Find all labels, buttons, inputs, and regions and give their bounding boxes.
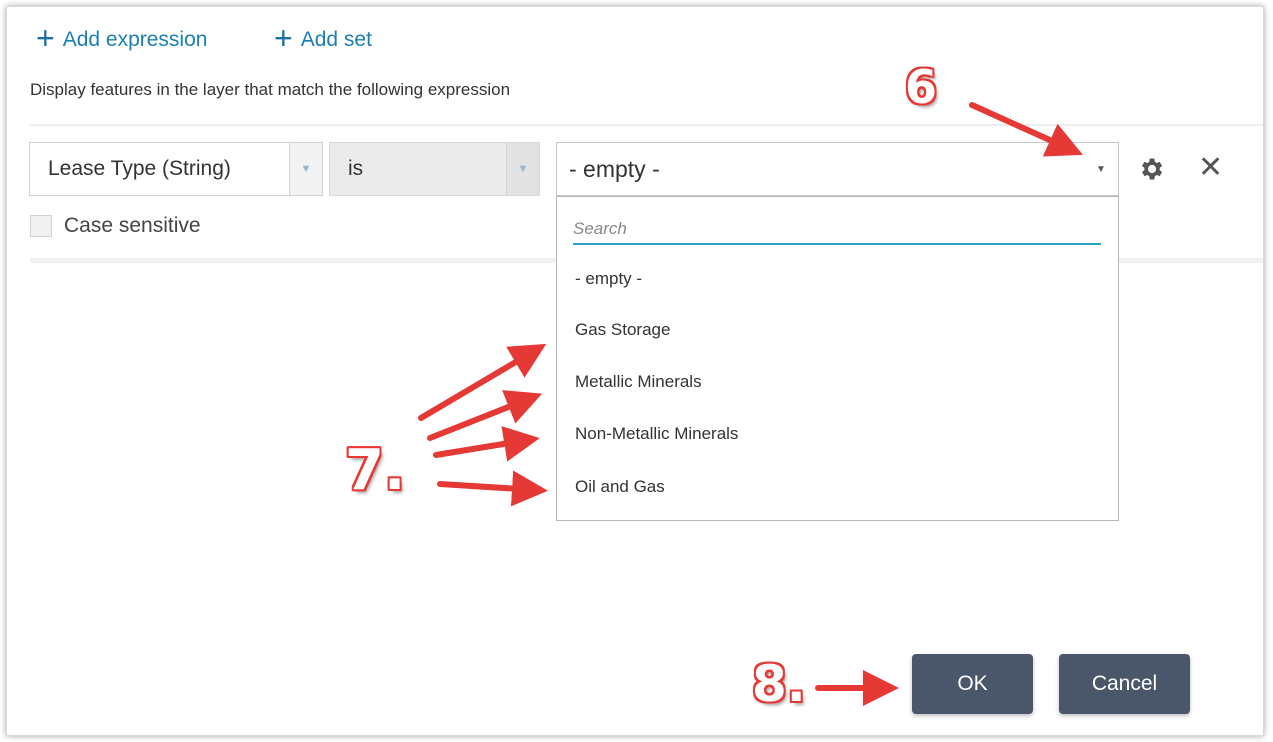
ok-button[interactable]: OK [912,654,1033,714]
field-select[interactable]: Lease Type (String) ▼ [29,142,323,196]
list-item[interactable]: Non-Metallic Minerals [575,424,738,444]
add-set-label: Add set [300,28,372,51]
gear-icon[interactable] [1137,155,1165,183]
annotation-step-6: 6 [905,60,938,114]
field-select-value: Lease Type (String) [48,157,231,180]
value-dropdown-list: - empty - Gas Storage Metallic Minerals … [556,196,1119,521]
operator-select[interactable]: is ▼ [329,142,540,196]
add-set-link[interactable]: + Add set [274,20,372,56]
chevron-down-icon[interactable]: ▼ [289,143,322,195]
add-expression-link[interactable]: + Add expression [36,20,208,56]
operator-select-value: is [348,157,364,180]
list-item[interactable]: - empty - [575,269,642,289]
checkbox-box[interactable] [30,215,52,237]
chevron-down-icon[interactable]: ▼ [506,143,539,195]
value-select-value: - empty - [569,155,660,182]
list-item[interactable]: Metallic Minerals [575,372,702,392]
plus-icon: + [36,20,55,56]
case-sensitive-checkbox[interactable]: Case sensitive [30,214,201,238]
list-item[interactable]: Oil and Gas [575,477,665,497]
divider [30,124,1263,126]
search-input[interactable] [573,215,1101,245]
annotation-step-7: 7. [345,438,406,503]
cancel-button[interactable]: Cancel [1059,654,1190,714]
case-sensitive-label: Case sensitive [64,214,201,237]
add-expression-label: Add expression [62,28,208,51]
list-item[interactable]: Gas Storage [575,320,670,340]
plus-icon: + [274,20,293,56]
value-select[interactable]: - empty - ▼ [556,142,1119,196]
close-icon[interactable]: ✕ [1198,153,1223,183]
annotation-step-8: 8. [752,655,806,713]
chevron-down-icon[interactable]: ▼ [1084,164,1118,175]
intro-text: Display features in the layer that match… [30,80,511,99]
